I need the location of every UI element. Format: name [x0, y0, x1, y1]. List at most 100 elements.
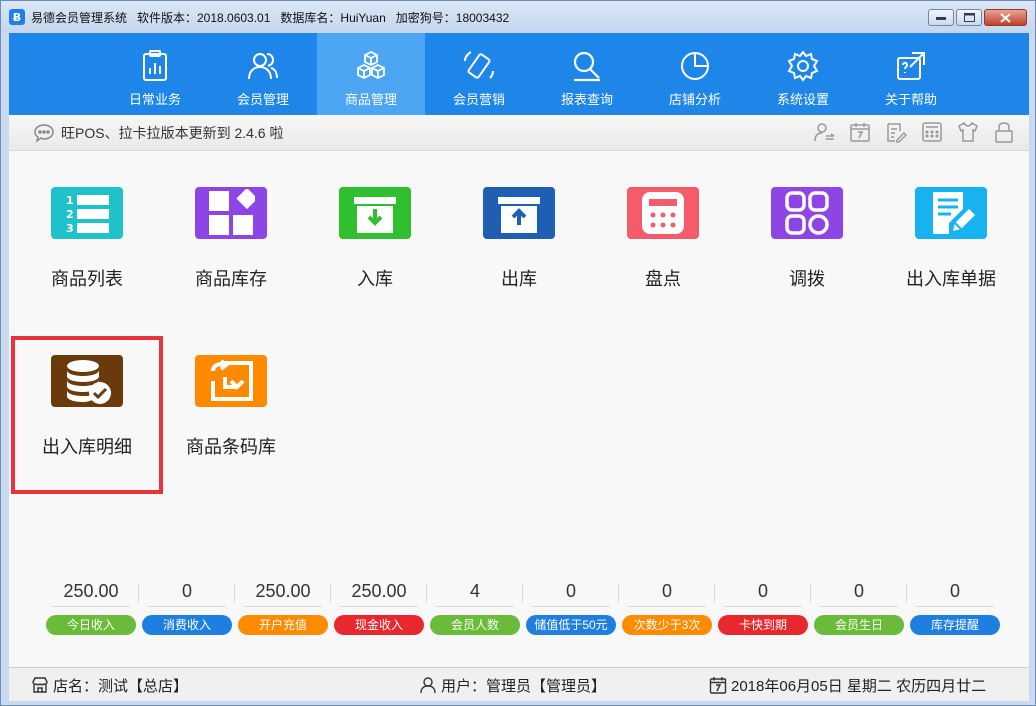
stat-low-visits[interactable]: 0 次数少于3次 [619, 579, 715, 635]
svg-text:2: 2 [66, 208, 74, 221]
app-logo-icon: Ƀ [9, 9, 25, 25]
close-button[interactable] [984, 9, 1027, 26]
status-bar: 店名：测试【总店】 用户：管理员【管理员】 2018年06月05日 星期二 农历… [9, 667, 1029, 701]
lock-icon[interactable] [993, 121, 1015, 143]
numbered-list-icon: 1 2 3 [66, 194, 109, 235]
nav-label: 关于帮助 [884, 92, 937, 107]
stat-value: 0 [916, 579, 994, 607]
stat-stock-alert[interactable]: 0 库存提醒 [907, 579, 1003, 635]
pie-chart-icon [681, 52, 709, 80]
module-stock-documents[interactable]: 出入库单据 [879, 151, 1023, 291]
module-icon-tile [771, 187, 843, 239]
stat-label: 库存提醒 [910, 615, 1000, 635]
stat-label: 次数少于3次 [622, 615, 712, 635]
phone-icon [464, 51, 494, 79]
help-icon [897, 52, 925, 80]
module-transfer[interactable]: 调拨 [735, 151, 879, 291]
maximize-button[interactable] [956, 9, 982, 26]
nav-item-products[interactable]: 商品管理 [317, 33, 425, 115]
stat-label: 会员生日 [814, 615, 904, 635]
stat-value: 250.00 [52, 579, 130, 607]
stat-member-birthday[interactable]: 0 会员生日 [811, 579, 907, 635]
notice-text[interactable]: 旺POS、拉卡拉版本更新到 2.4.6 啦 [61, 123, 283, 143]
stat-label: 卡快到期 [718, 615, 808, 635]
module-icon-tile [627, 187, 699, 239]
products-panel: 1 2 3 商品列表 商品库存 入库 出库 盘点 调拨 出入库单据 出入库明细 … [9, 151, 1029, 667]
nav-item-members[interactable]: 会员管理 [209, 33, 317, 115]
nav-item-help[interactable]: 关于帮助 [857, 33, 965, 115]
gear-icon [787, 50, 819, 82]
module-product-stock[interactable]: 商品库存 [159, 151, 303, 291]
toolbar-icons [813, 121, 1015, 143]
module-label: 商品库存 [195, 269, 267, 289]
module-label: 入库 [357, 269, 393, 289]
nav-item-daily[interactable]: 日常业务 [101, 33, 209, 115]
module-label: 商品列表 [51, 269, 123, 289]
module-barcode-library[interactable]: 商品条码库 [159, 319, 303, 459]
calendar-icon[interactable] [849, 121, 871, 143]
user-switch-icon[interactable] [813, 121, 835, 143]
status-store: 店名：测试【总店】 [31, 668, 188, 702]
minimize-button[interactable] [928, 9, 954, 26]
stat-value: 0 [724, 579, 802, 607]
inbox-in-icon [354, 197, 396, 233]
module-icon-tile [339, 187, 411, 239]
summary-stats: 250.00 今日收入 0 消费收入 250.00 开户充值 250.00 现金… [43, 579, 1003, 635]
magnifier-icon [573, 51, 600, 82]
module-product-list[interactable]: 1 2 3 商品列表 [15, 151, 159, 291]
module-icon-tile [915, 187, 987, 239]
stat-member-count[interactable]: 4 会员人数 [427, 579, 523, 635]
stat-cash-income[interactable]: 250.00 现金收入 [331, 579, 427, 635]
nav-label: 系统设置 [776, 92, 829, 107]
selection-highlight [11, 336, 163, 494]
tiles-icon [209, 189, 255, 235]
module-stocktake[interactable]: 盘点 [591, 151, 735, 291]
maximize-icon [963, 13, 975, 22]
nav-label: 会员营销 [452, 92, 505, 107]
nav-label: 日常业务 [128, 92, 181, 107]
apps-icon [785, 191, 829, 235]
title-bar[interactable]: Ƀ 易德会员管理系统 软件版本：2018.0603.01 数据库名：HuiYua… [1, 1, 1035, 33]
module-icon-tile [195, 187, 267, 239]
nav-item-analysis[interactable]: 店铺分析 [641, 33, 749, 115]
stat-label: 现金收入 [334, 615, 424, 635]
stat-low-balance[interactable]: 0 储值低于50元 [523, 579, 619, 635]
user-name: 用户：管理员【管理员】 [441, 677, 607, 695]
module-label: 出入库单据 [906, 269, 996, 289]
stat-label: 开户充值 [238, 615, 328, 635]
nav-item-settings[interactable]: 系统设置 [749, 33, 857, 115]
stat-value: 250.00 [244, 579, 322, 607]
calculator-icon[interactable] [921, 121, 943, 143]
stat-value: 0 [820, 579, 898, 607]
nav-label: 店铺分析 [668, 92, 721, 107]
module-label: 出库 [501, 269, 537, 289]
clipboard-chart-icon [143, 50, 167, 81]
stat-card-expiring[interactable]: 0 卡快到期 [715, 579, 811, 635]
stat-label: 今日收入 [46, 615, 136, 635]
module-icon-tile [195, 355, 267, 407]
nav-label: 会员管理 [236, 92, 289, 107]
stat-today-income[interactable]: 250.00 今日收入 [43, 579, 139, 635]
stat-account-recharge[interactable]: 250.00 开户充值 [235, 579, 331, 635]
edit-list-icon[interactable] [885, 121, 907, 143]
chat-bubble-icon [34, 123, 54, 143]
nav-item-reports[interactable]: 报表查询 [533, 33, 641, 115]
shirt-icon[interactable] [957, 121, 979, 143]
stat-label: 消费收入 [142, 615, 232, 635]
module-icon-tile: 1 2 3 [51, 187, 123, 239]
boxes-icon [357, 50, 385, 80]
module-label: 调拨 [789, 269, 825, 289]
notice-bar: 旺POS、拉卡拉版本更新到 2.4.6 啦 [9, 115, 1029, 151]
stat-value: 250.00 [340, 579, 418, 607]
svg-text:1: 1 [66, 194, 74, 207]
nav-item-marketing[interactable]: 会员营销 [425, 33, 533, 115]
stat-label: 会员人数 [430, 615, 520, 635]
module-label: 商品条码库 [186, 437, 276, 457]
svg-text:3: 3 [66, 222, 74, 235]
module-stock-in[interactable]: 入库 [303, 151, 447, 291]
module-stock-out[interactable]: 出库 [447, 151, 591, 291]
stat-value: 0 [628, 579, 706, 607]
module-icon-tile [483, 187, 555, 239]
stat-consumption-income[interactable]: 0 消费收入 [139, 579, 235, 635]
barcode-box-icon [211, 359, 253, 401]
